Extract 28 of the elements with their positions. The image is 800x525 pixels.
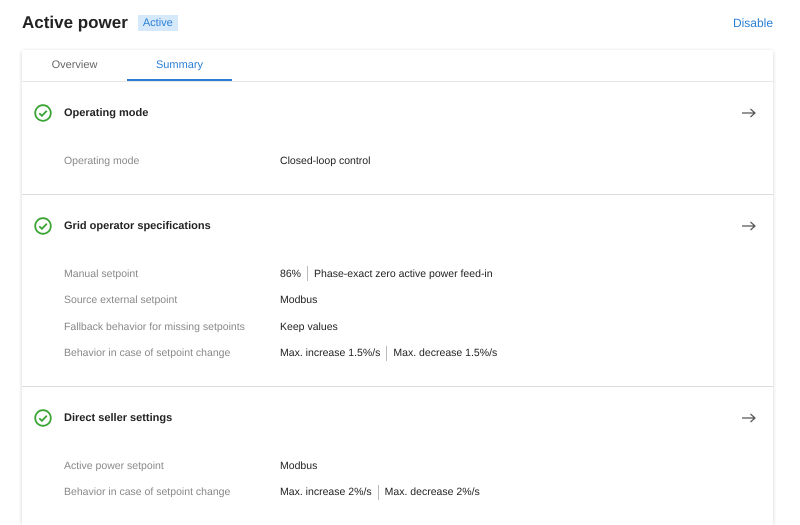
field-label: Behavior in case of setpoint change [64,486,232,498]
page-title: Active power [22,13,128,33]
tab[interactable]: Summary [127,50,232,81]
field-value: Modbus [280,460,318,472]
field-label: Manual setpoint [64,268,140,280]
field-value: Modbus [280,294,318,306]
field-value: Keep values [280,320,338,333]
tab[interactable]: Overview [22,50,127,81]
field-label: Source external setpoint [64,294,178,306]
field-value: Max. increase 2%/s [280,486,372,498]
status-badge: Active [138,15,178,31]
disable-link[interactable]: Disable [732,16,773,30]
field-value: Max. decrease 2%/s [384,486,480,498]
field-value: Closed-loop control [280,155,370,168]
field-value: Max. decrease 1.5%/s [393,347,498,360]
section-title: Direct seller settings [64,412,174,424]
arrow-icon[interactable] [742,220,756,230]
section-title: Operating mode [64,107,150,119]
field-label: Fallback behavior for missing setpoints [64,320,246,333]
arrow-icon[interactable] [742,108,756,118]
section-title: Grid operator specifications [64,220,212,232]
arrow-icon[interactable] [742,412,756,422]
field-label: Behavior in case of setpoint change [64,347,232,360]
field-label: Operating mode [64,155,140,168]
field-value: 86% [280,268,302,280]
field-value: Phase-exact zero active power feed-in [314,268,493,280]
field-value: Max. increase 1.5%/s [280,347,380,360]
field-label: Active power setpoint [64,460,165,472]
